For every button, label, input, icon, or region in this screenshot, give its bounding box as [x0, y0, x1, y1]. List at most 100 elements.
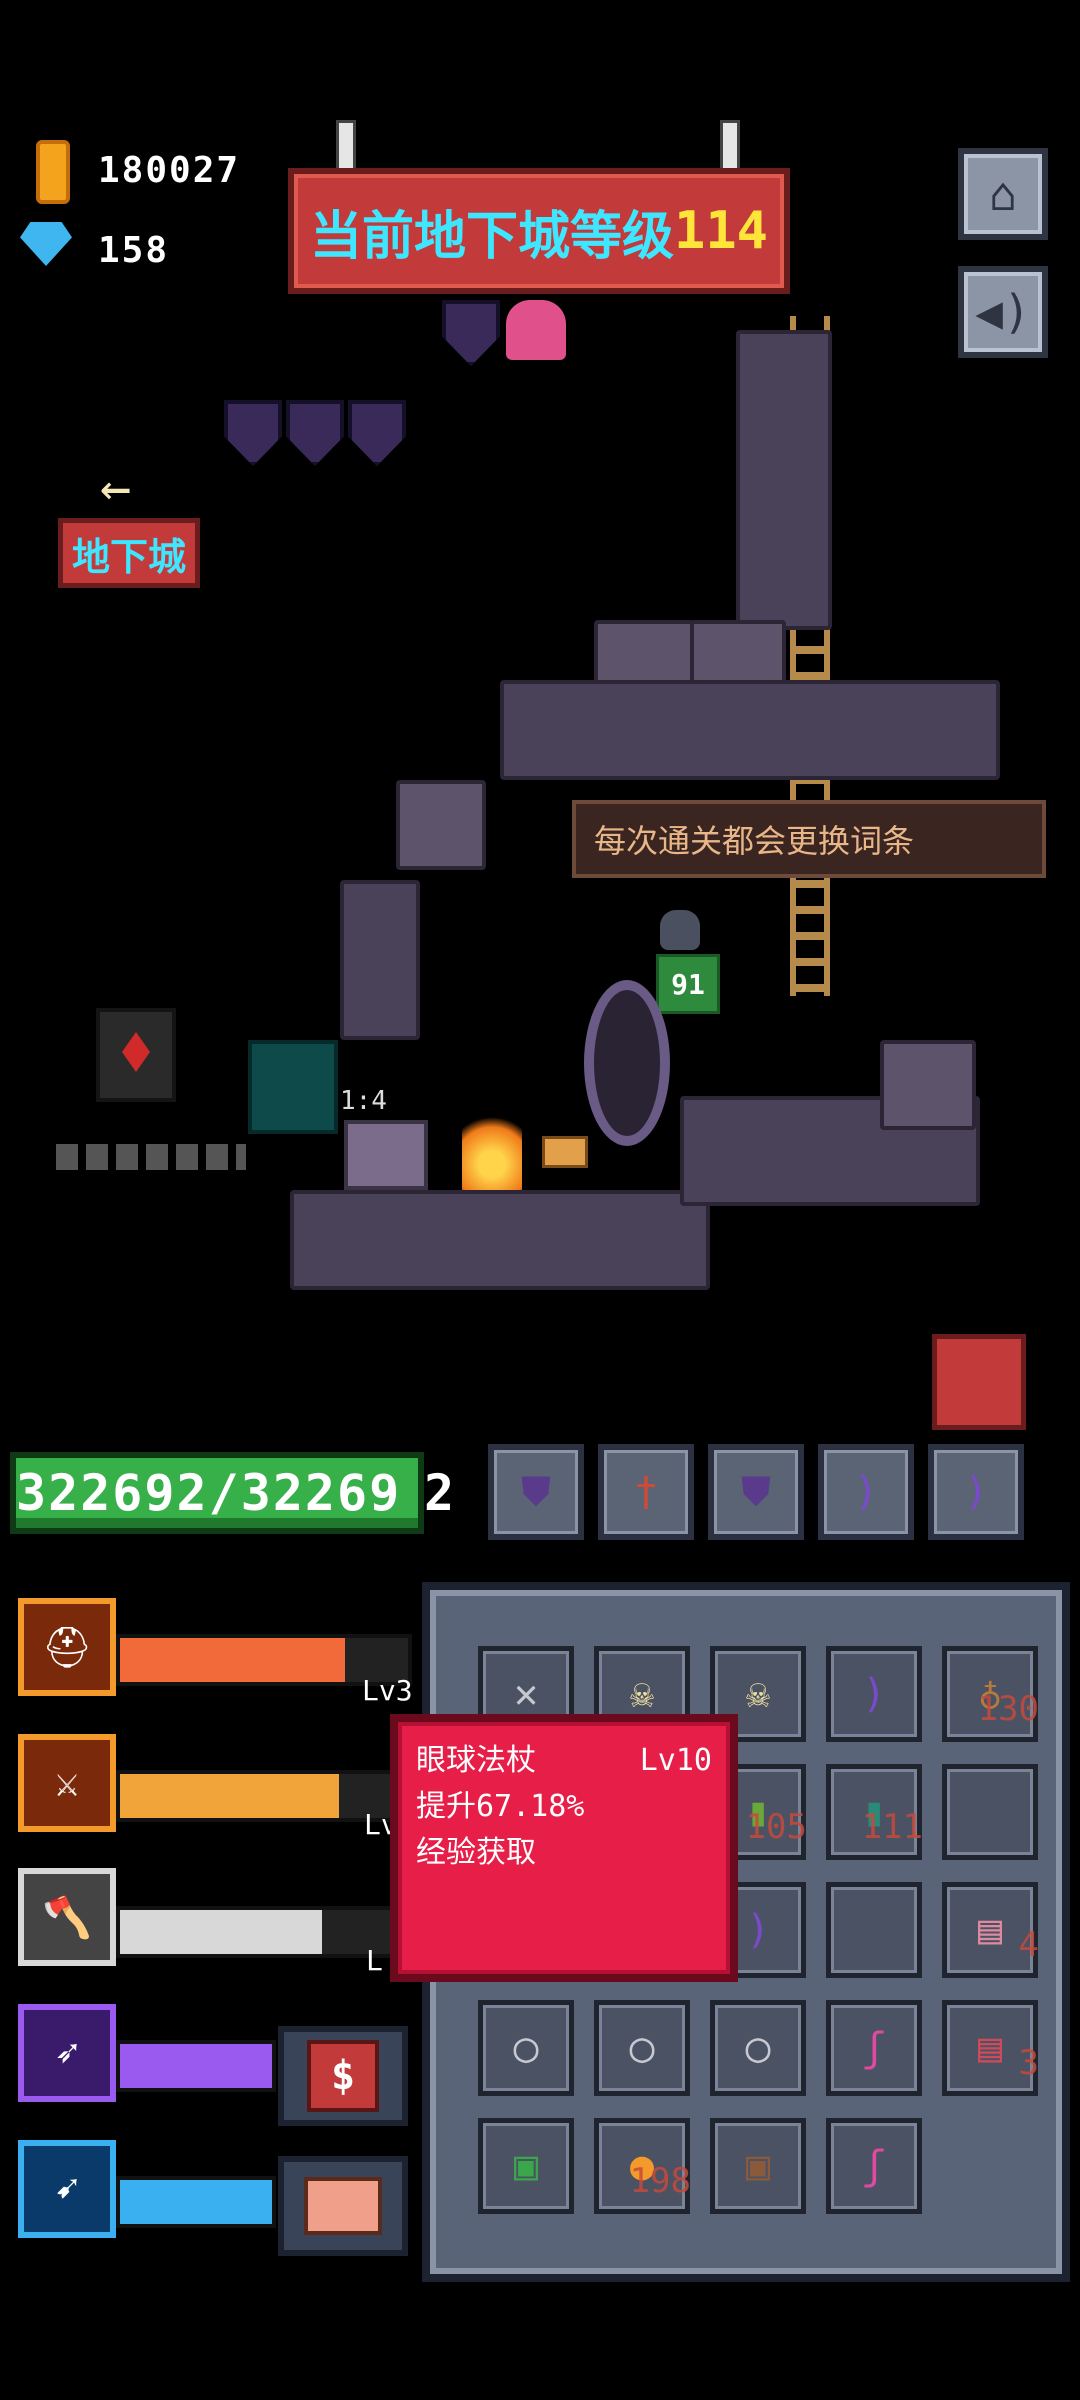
pink-hat-icon	[506, 300, 566, 360]
ring-icon: ◯	[745, 2025, 771, 2071]
item-count: 198	[629, 2161, 691, 2201]
arrows-icon: ➶	[54, 2030, 80, 2076]
bow-icon: )	[861, 1671, 887, 1717]
skill-level: Lv3	[362, 1674, 413, 1707]
pink-scroll-icon: ▤	[977, 1907, 1003, 1953]
skill-helmet[interactable]: ⛑	[18, 1598, 116, 1696]
stone-block	[396, 780, 486, 870]
inventory-slot[interactable]: ● 198	[594, 2118, 691, 2214]
inventory-slot[interactable]: ◯	[710, 2000, 806, 2096]
ring-icon: ◯	[513, 2025, 539, 2071]
stone-floor	[290, 1190, 710, 1290]
inventory-slot[interactable]: ▤ 3	[942, 2000, 1039, 2096]
item-count: 4	[1018, 1925, 1039, 1965]
equip-slot-sword[interactable]: †	[598, 1444, 694, 1540]
shield-icon: ⛊	[741, 1469, 771, 1515]
skill-swords[interactable]: ⚔	[18, 1734, 116, 1832]
spike-bridge	[56, 1144, 246, 1170]
hp-bar: 322692/32269	[10, 1452, 424, 1534]
shop-button[interactable]: $	[278, 2026, 408, 2126]
skill-arrows[interactable]: ➶	[18, 2004, 116, 2102]
bow-icon: )	[853, 1469, 879, 1515]
equip-slot-bow[interactable]: )	[818, 1444, 914, 1540]
stone-wall	[340, 880, 420, 1040]
dungeon-button-label: 地下城	[71, 534, 186, 579]
red-book-icon: ▤	[977, 2025, 1003, 2071]
banner-level: 114	[674, 201, 768, 261]
campfire-icon	[462, 1104, 522, 1190]
jester-hat-button[interactable]	[932, 1334, 1026, 1430]
inventory-slot[interactable]: ◯	[478, 2000, 574, 2096]
green-book-icon: ▣	[513, 2143, 539, 2189]
equip-slot-shield[interactable]: ⛊	[488, 1444, 584, 1540]
sound-button[interactable]: ◀)	[958, 266, 1048, 358]
equipped-row: ⛊ † ⛊ ) )	[488, 1444, 1024, 1540]
inventory-slot[interactable]: ♁ 130	[942, 1646, 1039, 1742]
bow-arrows-icon: ➹	[54, 2166, 80, 2212]
item-count: 105	[745, 1807, 807, 1847]
chest-icon	[304, 2177, 382, 2235]
gem-amount: 158	[98, 230, 170, 271]
inventory-slot[interactable]: ▣	[710, 2118, 806, 2214]
skill-bar	[116, 2040, 276, 2092]
tooltip-bonus: 提升67.18%	[416, 1789, 585, 1824]
ring-icon: ◯	[629, 2025, 655, 2071]
spell-book-icon[interactable]	[96, 1008, 176, 1102]
shield-icon	[286, 400, 344, 466]
bow-icon: )	[963, 1469, 989, 1515]
chest-button[interactable]	[278, 2156, 408, 2256]
inventory-slot[interactable]	[942, 1764, 1038, 1860]
shield-icon	[224, 400, 282, 466]
dungeon-level-banner: 当前地下城等级 114	[288, 168, 790, 294]
chest-counter: 1:4	[340, 1086, 387, 1116]
skill-bar	[116, 2176, 276, 2228]
stone-wall	[500, 680, 1000, 780]
home-button[interactable]: ⌂	[958, 148, 1048, 240]
equip-slot-shield[interactable]: ⛊	[708, 1444, 804, 1540]
gold-coin-icon	[36, 140, 70, 204]
sword-icon: †	[633, 1469, 659, 1515]
shield-icon: ⛊	[521, 1469, 551, 1515]
skill-axe[interactable]: 🪓	[18, 1868, 116, 1966]
skill-level: L	[366, 1944, 383, 1977]
stone-column	[736, 330, 832, 630]
axe-icon: 🪓	[42, 1894, 92, 1941]
shield-icon	[442, 300, 500, 366]
gold-amount: 180027	[98, 150, 241, 191]
dungeon-button[interactable]: 地下城	[58, 518, 200, 588]
inventory-slot[interactable]: ʃ	[826, 2118, 922, 2214]
floating-shields	[224, 400, 406, 466]
inventory-slot[interactable]: )	[826, 1646, 922, 1742]
info-tip: 每次通关都会更换词条	[572, 800, 1046, 878]
scythe-icon: ʃ	[861, 2025, 887, 2071]
inventory-slot[interactable]	[826, 1882, 922, 1978]
brown-book-icon: ▣	[745, 2143, 771, 2189]
inventory-slot[interactable]: ʃ	[826, 2000, 922, 2096]
item-tooltip: 眼球法杖 Lv10 提升67.18% 经验获取	[390, 1714, 738, 1982]
item-count: 130	[977, 1689, 1039, 1729]
inventory-slot[interactable]: ◯	[594, 2000, 690, 2096]
equip-slot-bow[interactable]: )	[928, 1444, 1024, 1540]
skill-bow-arrows[interactable]: ➹	[18, 2140, 116, 2238]
hp-text: 322692/32269	[16, 1464, 402, 1522]
crossed-sword-icon: ✕	[513, 1671, 539, 1717]
inventory-slot[interactable]: ▣	[478, 2118, 574, 2214]
tooltip-stat: 经验获取	[416, 1835, 536, 1870]
skull-staff-icon: ☠	[745, 1671, 771, 1717]
treasure-chest-icon[interactable]	[344, 1120, 428, 1190]
tooltip-item-name: 眼球法杖	[416, 1743, 536, 1778]
bow-icon: )	[745, 1907, 771, 1953]
skull-staff-icon: ☠	[629, 1671, 655, 1717]
dollar-icon: $	[307, 2040, 379, 2112]
portal[interactable]	[584, 980, 670, 1146]
diamond-icon	[20, 222, 72, 266]
inventory-slot[interactable]: ▤ 4	[942, 1882, 1039, 1978]
tooltip-item-level: Lv10	[639, 1743, 712, 1778]
back-arrow-icon[interactable]: ←	[100, 458, 131, 518]
banner-label: 当前地下城等级	[310, 206, 675, 267]
hp-text-overflow: 2	[424, 1464, 455, 1522]
teal-block	[248, 1040, 338, 1134]
item-count: 3	[1018, 2043, 1039, 2083]
signpost-icon	[542, 1136, 588, 1168]
inventory-slot[interactable]: ▮ 111	[826, 1764, 923, 1860]
